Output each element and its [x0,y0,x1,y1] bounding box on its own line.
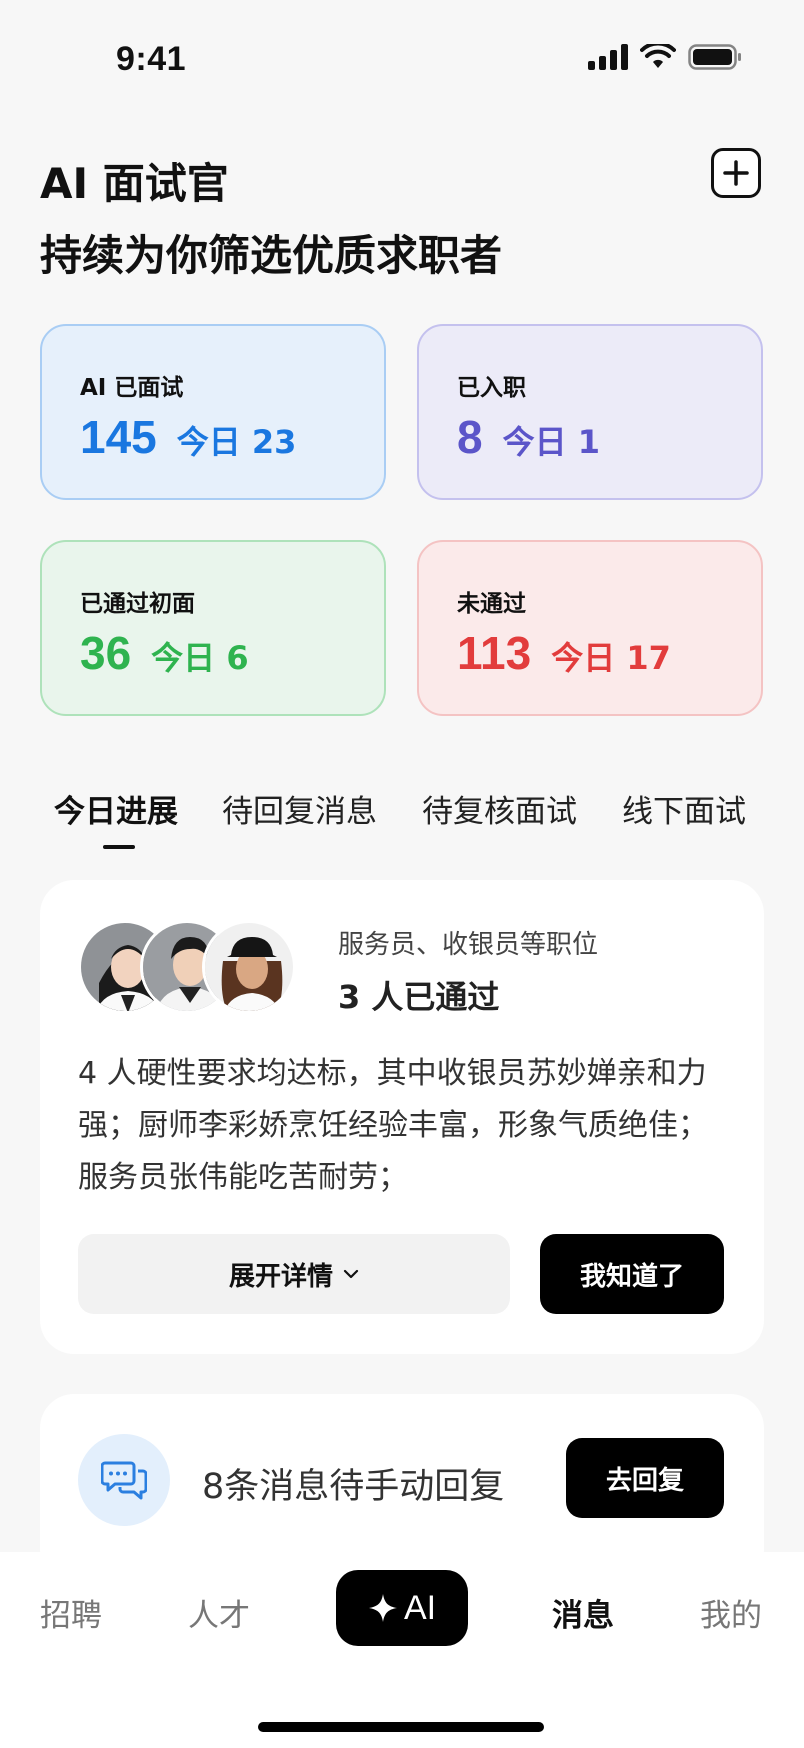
status-icons [588,44,742,70]
wifi-icon [640,44,676,68]
stat-value-group: 8 今日 1 [457,410,600,464]
tab-indicator [103,845,135,849]
tab-today-progress[interactable]: 今日进展 [54,786,178,831]
stat-value-group: 113 今日 17 [457,626,671,680]
signal-icon [588,44,628,70]
tab-pending-messages[interactable]: 待回复消息 [222,786,377,831]
nav-talent[interactable]: 人才 [188,1590,250,1635]
go-reply-button[interactable]: 去回复 [566,1438,724,1518]
stat-today: 今日 17 [551,639,671,677]
stat-total: 36 [80,627,132,679]
tab-pending-review[interactable]: 待复核面试 [422,786,577,831]
stat-label: 已入职 [457,375,526,401]
pending-messages-text: 8条消息待手动回复 [202,1467,505,1507]
status-time: 9:41 [116,40,187,78]
home-indicator [258,1722,544,1732]
status-bar: 9:41 [0,0,804,120]
nav-ai-label: AI [403,1588,437,1627]
tab-offline-interview[interactable]: 线下面试 [622,786,746,831]
page-subtitle: 持续为你筛选优质求职者 [40,231,503,280]
nav-recruit[interactable]: 招聘 [40,1590,102,1635]
stat-total: 8 [457,411,483,463]
avatar-group [78,920,318,1014]
battery-icon [688,44,741,70]
nav-ai-button[interactable]: AI [336,1570,468,1646]
stat-label: AI 已面试 [80,375,184,401]
stat-total: 113 [457,627,532,679]
avatar [202,920,296,1014]
stat-card-not-passed[interactable]: 未通过 113 今日 17 [417,540,763,716]
chat-icon [78,1434,170,1526]
stat-today: 今日 23 [176,423,297,461]
stat-label: 未通过 [457,591,526,617]
stat-today: 今日 6 [151,639,249,677]
stat-label: 已通过初面 [80,591,195,617]
stat-card-ai-interviewed[interactable]: AI 已面试 145 今日 23 [40,324,386,500]
acknowledge-button[interactable]: 我知道了 [540,1234,724,1314]
tab-bar: 今日进展 待回复消息 待复核面试 线下面试 [0,780,804,850]
bottom-nav: 招聘 人才 AI 消息 我的 [0,1552,804,1748]
progress-card: 服务员、收银员等职位 3 人已通过 4 人硬性要求均达标，其中收银员苏妙婵亲和力… [40,880,764,1354]
stat-value-group: 145 今日 23 [80,410,296,464]
add-button[interactable] [711,148,761,198]
page-title: AI 面试官 [40,159,229,208]
card-passed-count: 3 人已通过 [338,978,500,1016]
stat-value-group: 36 今日 6 [80,626,249,680]
stat-card-passed-first-interview[interactable]: 已通过初面 36 今日 6 [40,540,386,716]
chevron-down-icon [343,1269,359,1279]
nav-messages[interactable]: 消息 [552,1590,614,1635]
card-summary: 4 人硬性要求均达标，其中收银员苏妙婵亲和力强；厨师李彩娇烹饪经验丰富，形象气质… [78,1056,708,1195]
nav-mine[interactable]: 我的 [700,1590,762,1635]
sparkle-icon [368,1594,397,1622]
stat-total: 145 [80,411,157,463]
stat-card-hired[interactable]: 已入职 8 今日 1 [417,324,763,500]
stat-today: 今日 1 [502,423,601,461]
expand-details-label: 展开详情 [228,1261,333,1292]
expand-details-button[interactable]: 展开详情 [78,1234,510,1314]
card-position-text: 服务员、收银员等职位 [338,930,599,960]
plus-icon [723,160,749,186]
